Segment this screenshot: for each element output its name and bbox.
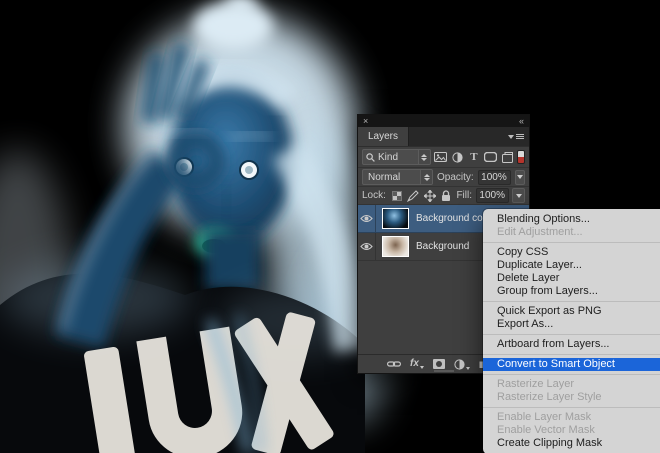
menu-separator xyxy=(483,242,660,243)
filter-adjustment-layers-icon[interactable] xyxy=(450,150,464,165)
menu-item-artboard-from-layers[interactable]: Artboard from Layers... xyxy=(483,338,660,351)
dropdown-arrows-icon xyxy=(420,170,432,184)
filter-kind-label: Kind xyxy=(378,152,398,163)
search-icon xyxy=(366,153,375,162)
blend-mode-value: Normal xyxy=(368,172,400,183)
menu-item-blending-options[interactable]: Blending Options... xyxy=(483,213,660,226)
lock-transparency-icon[interactable] xyxy=(392,189,402,202)
layer-name[interactable]: Background xyxy=(416,241,469,252)
menu-separator xyxy=(483,301,660,302)
layer-thumbnail[interactable] xyxy=(382,236,409,257)
filter-pixel-layers-icon[interactable] xyxy=(434,150,448,165)
hamburger-lines-icon xyxy=(516,134,524,139)
add-layer-mask-icon[interactable] xyxy=(433,359,445,369)
menu-item-group-from-layers[interactable]: Group from Layers... xyxy=(483,285,660,298)
tab-layers[interactable]: Layers xyxy=(358,127,409,146)
menu-item-duplicate-layer[interactable]: Duplicate Layer... xyxy=(483,259,660,272)
panel-resize-grip[interactable] xyxy=(434,370,454,372)
photoshop-workspace: × « Layers Kind xyxy=(0,0,660,453)
opacity-dropdown-icon[interactable] xyxy=(515,170,525,185)
caret-down-icon xyxy=(508,135,514,139)
layer-name[interactable]: Background copy xyxy=(416,213,493,224)
lock-pixels-brush-icon[interactable] xyxy=(407,189,419,202)
opacity-label: Opacity: xyxy=(437,172,474,183)
panel-titlebar: × « xyxy=(358,115,529,127)
menu-separator xyxy=(483,407,660,408)
filter-smart-object-icon[interactable] xyxy=(500,150,514,165)
filter-toggle-icon[interactable] xyxy=(517,150,525,164)
menu-item-create-clipping-mask[interactable]: Create Clipping Mask xyxy=(483,437,660,450)
new-adjustment-layer-icon[interactable] xyxy=(454,359,470,370)
dropdown-arrows-icon xyxy=(418,150,430,164)
menu-item-enable-layer-mask: Enable Layer Mask xyxy=(483,411,660,424)
link-layers-icon[interactable] xyxy=(387,360,401,368)
filter-type-layers-icon[interactable]: T xyxy=(467,150,481,165)
caret-down-icon xyxy=(420,366,424,369)
filter-row: Kind T xyxy=(358,147,529,168)
menu-item-edit-adjustment: Edit Adjustment... xyxy=(483,226,660,239)
layer-context-menu: Blending Options... Edit Adjustment... C… xyxy=(483,209,660,453)
menu-item-enable-vector-mask: Enable Vector Mask xyxy=(483,424,660,437)
filter-kind-dropdown[interactable]: Kind xyxy=(362,149,431,165)
blend-mode-dropdown[interactable]: Normal xyxy=(362,169,433,185)
menu-item-copy-css[interactable]: Copy CSS xyxy=(483,246,660,259)
menu-item-rasterize-layer-style: Rasterize Layer Style xyxy=(483,391,660,404)
panel-tab-bar: Layers xyxy=(358,127,529,147)
menu-item-convert-to-smart-object[interactable]: Convert to Smart Object xyxy=(483,358,660,371)
fill-label: Fill: xyxy=(456,190,472,201)
opacity-value[interactable]: 100% xyxy=(478,170,511,185)
menu-separator xyxy=(483,354,660,355)
lock-all-icon[interactable] xyxy=(441,189,451,202)
collapse-panel-icon[interactable]: « xyxy=(519,117,524,126)
lock-position-icon[interactable] xyxy=(424,189,436,202)
menu-item-delete-layer[interactable]: Delete Layer xyxy=(483,272,660,285)
layer-style-fx-icon[interactable]: fx xyxy=(410,359,424,369)
caret-down-icon xyxy=(466,367,470,370)
menu-item-export-as[interactable]: Export As... xyxy=(483,318,660,331)
menu-item-quick-export-png[interactable]: Quick Export as PNG xyxy=(483,305,660,318)
fill-dropdown-icon[interactable] xyxy=(512,188,525,203)
lock-label: Lock: xyxy=(362,190,386,201)
filter-shape-layers-icon[interactable] xyxy=(484,150,498,165)
blend-row: Normal Opacity: 100% xyxy=(358,168,529,187)
visibility-eye-icon[interactable] xyxy=(358,205,376,232)
menu-item-rasterize-layer: Rasterize Layer xyxy=(483,378,660,391)
panel-menu-icon[interactable] xyxy=(503,127,529,146)
fill-value[interactable]: 100% xyxy=(476,188,509,203)
visibility-eye-icon[interactable] xyxy=(358,233,376,260)
layer-thumbnail[interactable] xyxy=(382,208,409,229)
close-icon[interactable]: × xyxy=(363,117,368,126)
menu-separator xyxy=(483,374,660,375)
lock-row: Lock: Fill: 100% xyxy=(358,187,529,205)
menu-separator xyxy=(483,334,660,335)
